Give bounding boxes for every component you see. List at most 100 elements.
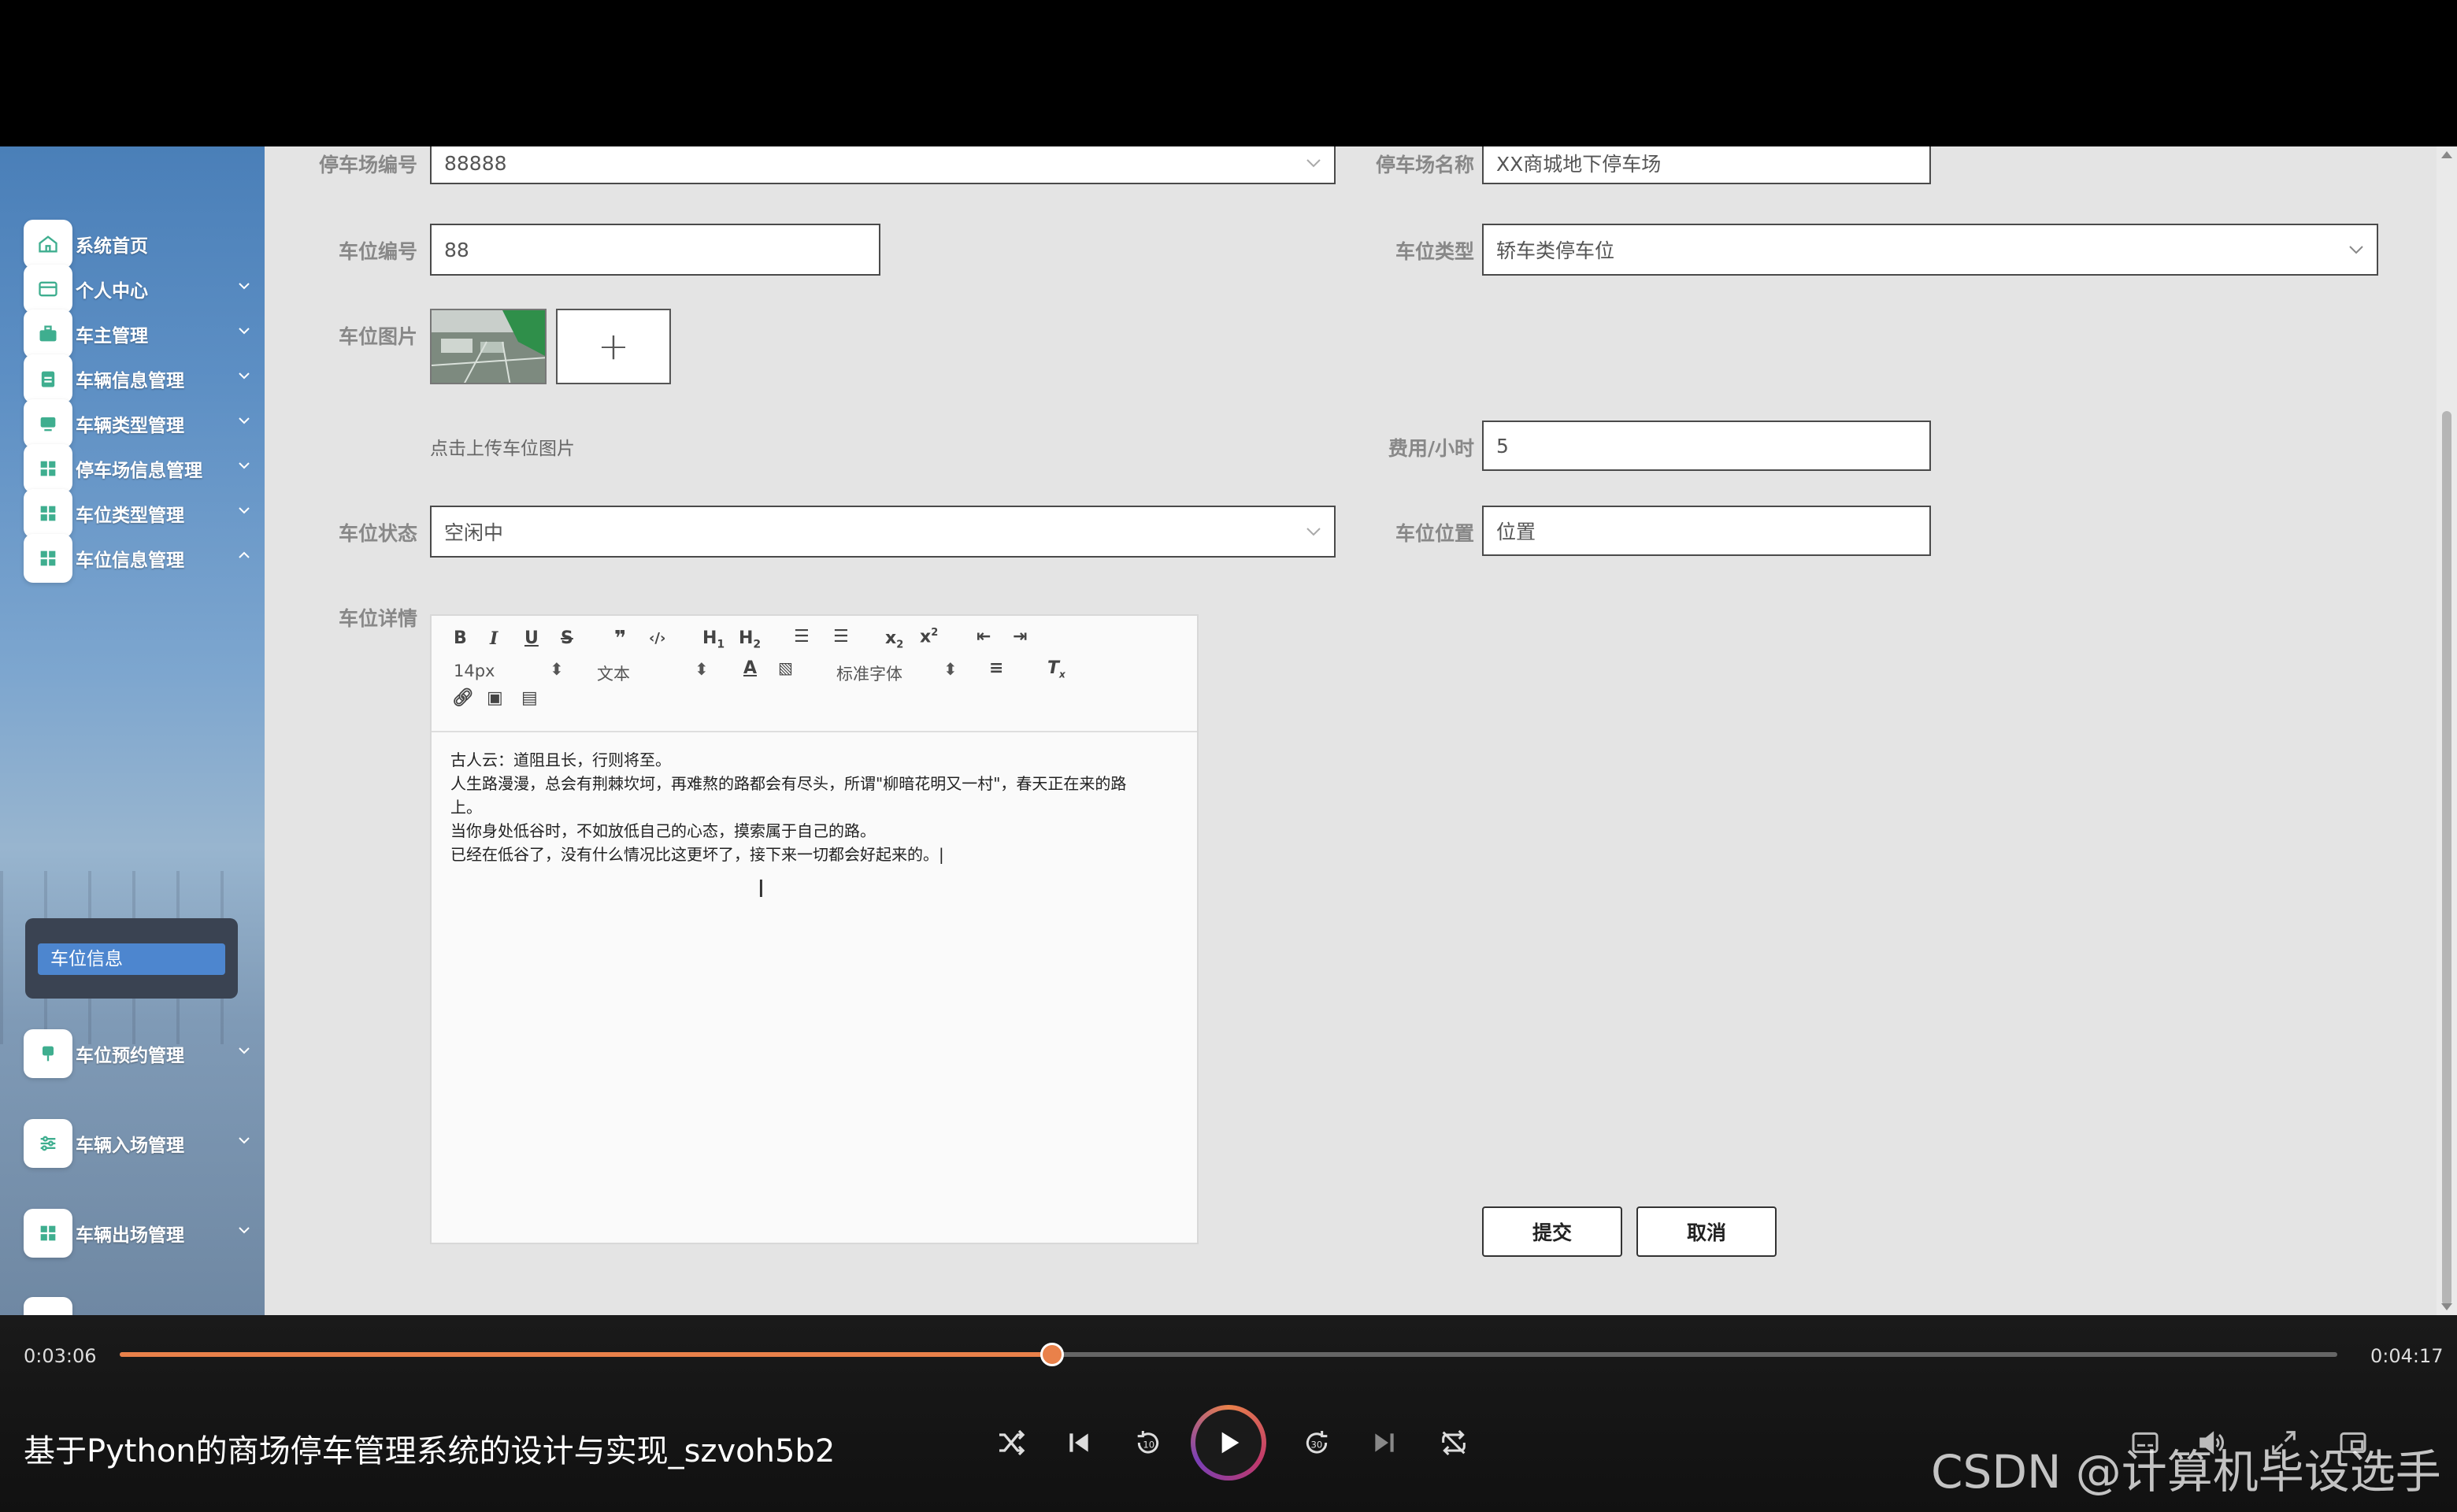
clear-format-icon[interactable]: Tx — [1047, 658, 1065, 680]
font-family-select[interactable]: 标准字体 — [836, 662, 902, 685]
rewind-10-icon[interactable]: 10 — [1129, 1424, 1167, 1462]
sidebar-item-lot-info[interactable]: 停车场信息管理 — [24, 443, 260, 494]
sidebar-item-owner[interactable]: 车主管理 — [24, 309, 260, 359]
chevron-down-icon — [239, 507, 250, 514]
chevron-down-icon — [239, 372, 250, 380]
sidebar-item-label: 车主管理 — [76, 326, 148, 346]
heading2-icon[interactable]: H2 — [739, 628, 761, 650]
lot-name-value: XX商城地下停车场 — [1496, 153, 1662, 176]
indent-icon[interactable]: ⇥ — [1013, 627, 1027, 647]
ordered-list-icon[interactable]: ☰ — [794, 627, 810, 647]
italic-icon[interactable]: I — [490, 628, 498, 649]
sidebar-item-exit[interactable]: 车辆出场管理 — [24, 1208, 260, 1258]
sidebar-item-reservation[interactable]: 车位预约管理 — [24, 1028, 260, 1079]
text-cursor-icon: I — [758, 876, 765, 903]
sidebar-item-personal-center[interactable]: 个人中心 — [24, 264, 260, 314]
strikethrough-icon[interactable]: S — [561, 628, 573, 648]
editor-toolbar: B I U S ❞ ‹/› H1 H2 ☰ ☰ x2 x2 ⇤ ⇥ 14px ⬍… — [432, 616, 1197, 732]
sidebar-item-label: 车位信息管理 — [76, 550, 184, 571]
previous-icon[interactable] — [1060, 1424, 1098, 1462]
sidebar-item-label: 车辆入场管理 — [76, 1136, 184, 1156]
heading1-icon[interactable]: H1 — [702, 628, 724, 650]
scroll-up-icon[interactable] — [2441, 151, 2452, 158]
outdent-icon[interactable]: ⇤ — [976, 627, 991, 647]
sidebar-item-vehicle-info[interactable]: 车辆信息管理 — [24, 354, 260, 404]
sidebar-item-spot-type[interactable]: 车位类型管理 — [24, 488, 260, 539]
sidebar-item-label: 车位预约管理 — [76, 1046, 184, 1066]
fee-field[interactable]: 5 — [1482, 421, 1931, 471]
csdn-watermark: CSDN @计算机毕设选手 — [1931, 1445, 2441, 1499]
spot-type-label: 车位类型 — [1395, 240, 1474, 263]
bold-icon[interactable]: B — [454, 628, 467, 648]
sidebar-item-label: 车辆类型管理 — [76, 416, 184, 436]
fee-value: 5 — [1496, 434, 1509, 458]
submenu: 车位信息 — [25, 918, 238, 999]
image-label: 车位图片 — [338, 325, 417, 348]
location-placeholder: 位置 — [1496, 521, 1536, 543]
lot-no-label: 停车场编号 — [318, 154, 417, 176]
repeat-off-icon[interactable] — [1435, 1424, 1473, 1462]
chevron-down-icon — [239, 417, 250, 424]
location-label: 车位位置 — [1395, 522, 1474, 545]
forward-30-icon[interactable]: 30 — [1298, 1424, 1336, 1462]
code-icon[interactable]: ‹/› — [649, 630, 665, 647]
link-icon[interactable]: 🔗︎ — [452, 688, 474, 708]
text-format-select[interactable]: 文本 — [597, 662, 630, 685]
underline-icon[interactable]: U — [524, 628, 539, 648]
background-color-icon[interactable]: ▧ — [778, 658, 793, 677]
seek-handle[interactable] — [1040, 1343, 1064, 1366]
fee-label: 费用/小时 — [1388, 437, 1474, 460]
superscript-icon[interactable]: x2 — [920, 627, 938, 647]
upload-add-button[interactable]: + — [556, 309, 671, 384]
lot-name-field[interactable]: XX商城地下停车场 — [1482, 146, 1931, 184]
spot-no-field[interactable]: 88 — [430, 224, 880, 276]
blockquote-icon[interactable]: ❞ — [614, 627, 626, 650]
sidebar-item-label: 车辆信息管理 — [76, 371, 184, 391]
top-black-bar — [0, 0, 2457, 146]
sidebar-subitem-spot-info[interactable]: 车位信息 — [38, 943, 225, 975]
location-field[interactable]: 位置 — [1482, 506, 1931, 556]
vertical-scrollbar[interactable] — [2437, 146, 2457, 1315]
sidebar-item-label: 系统首页 — [76, 236, 148, 257]
status-select[interactable]: 空闲中 — [430, 506, 1336, 558]
video-title: 基于Python的商场停车管理系统的设计与实现_szvoh5b2 — [24, 1433, 836, 1469]
grid-icon — [24, 444, 72, 493]
rich-text-editor[interactable]: B I U S ❞ ‹/› H1 H2 ☰ ☰ x2 x2 ⇤ ⇥ 14px ⬍… — [430, 614, 1199, 1244]
spot-image-thumbnail[interactable] — [430, 309, 547, 384]
subscript-icon[interactable]: x2 — [885, 628, 903, 650]
sidebar-item-vehicle-type[interactable]: 车辆类型管理 — [24, 398, 260, 449]
briefcase-icon — [24, 309, 72, 358]
chevron-down-icon — [239, 462, 250, 469]
lot-no-select[interactable]: 88888 — [430, 146, 1336, 184]
sidebar-item-partial[interactable] — [24, 1296, 260, 1315]
video-icon[interactable]: ▤ — [521, 688, 538, 708]
align-icon[interactable]: ≡ — [989, 658, 1003, 678]
sidebar-item-label: 车位类型管理 — [76, 506, 184, 526]
sidebar-item-home[interactable]: 系统首页 — [24, 219, 260, 269]
image-icon[interactable]: ▣ — [487, 688, 503, 708]
seek-progress — [120, 1352, 1052, 1357]
play-button[interactable] — [1191, 1405, 1266, 1480]
scrollbar-thumb[interactable] — [2442, 411, 2451, 1306]
cancel-button[interactable]: 取消 — [1636, 1206, 1777, 1257]
svg-text:30: 30 — [1311, 1440, 1323, 1451]
shuffle-icon[interactable] — [992, 1424, 1030, 1462]
sidebar: 系统首页 个人中心 车主管理 车辆信息管理 车辆类型管理 停车场信息管理 车位类… — [0, 146, 265, 1315]
bullet-list-icon[interactable]: ☰ — [833, 627, 849, 647]
spot-type-select[interactable]: 轿车类停车位 — [1482, 224, 2378, 276]
sidebar-item-label: 停车场信息管理 — [76, 461, 202, 481]
font-size-select[interactable]: 14px — [454, 662, 495, 680]
total-time: 0:04:17 — [2370, 1345, 2444, 1367]
lot-name-label: 停车场名称 — [1375, 154, 1474, 176]
sidebar-item-spot-info[interactable]: 车位信息管理 — [24, 533, 260, 584]
editor-content[interactable]: 古人云：道阻且长，行则将至。 人生路漫漫，总会有荆棘坎坷，再难熬的路都会有尽头，… — [450, 748, 1175, 866]
font-color-icon[interactable]: A — [743, 658, 757, 678]
status-label: 车位状态 — [338, 522, 417, 545]
chevron-up-icon — [239, 551, 250, 558]
seek-bar[interactable] — [120, 1343, 2337, 1366]
scroll-down-icon[interactable] — [2441, 1303, 2452, 1310]
next-icon[interactable] — [1366, 1424, 1403, 1462]
sidebar-item-entry[interactable]: 车辆入场管理 — [24, 1118, 260, 1169]
updown-icon: ⬍ — [695, 660, 709, 679]
submit-button[interactable]: 提交 — [1482, 1206, 1622, 1257]
